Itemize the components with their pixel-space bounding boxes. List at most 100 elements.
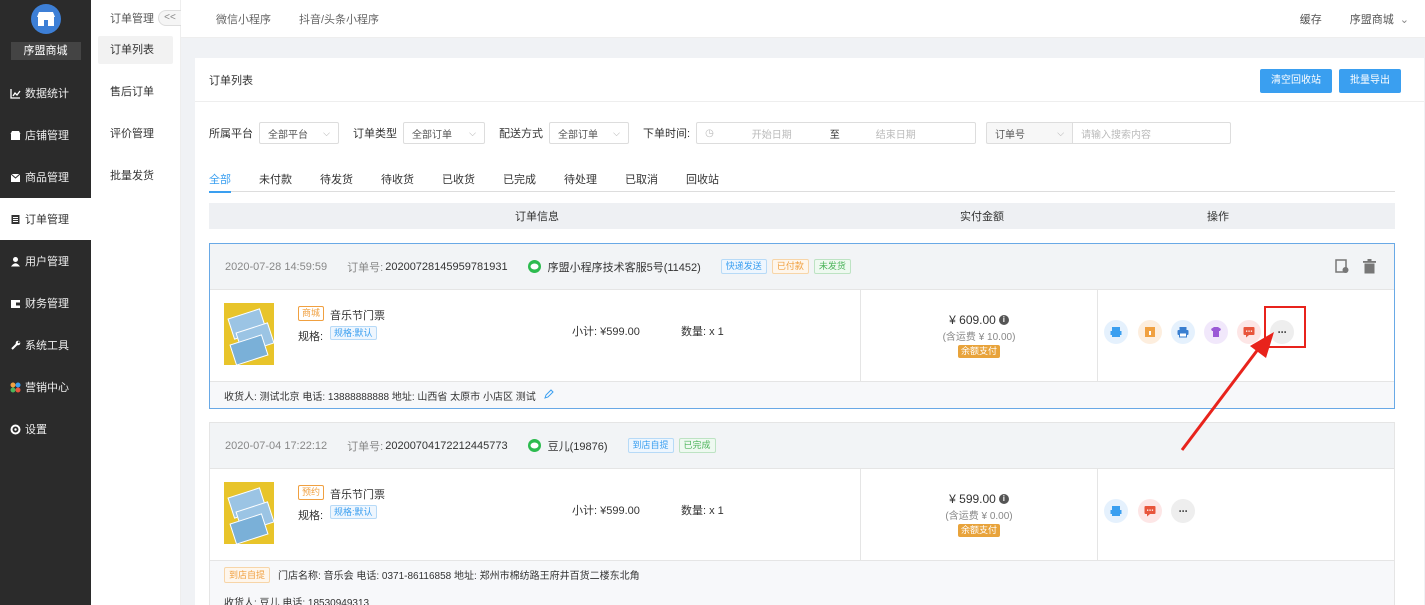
sub-item-batch-ship[interactable]: 批量发货 <box>98 162 173 190</box>
delete-icon[interactable] <box>1363 259 1376 277</box>
store-switcher-label: 序盟商城 <box>1349 13 1394 26</box>
spec-label: 规格: <box>298 510 324 522</box>
info-icon[interactable]: i <box>998 315 1009 325</box>
status-badge: 已完成 <box>678 438 716 453</box>
tab-cancelled[interactable]: 已取消 <box>625 171 658 192</box>
quantity: 数量: x 1 <box>681 326 724 338</box>
spec-value: 规格:默认 <box>330 505 377 519</box>
receiver-text: 收货人: 测试北京 电话: 13888888888 地址: 山西省 太原市 小店… <box>224 391 536 403</box>
type-select[interactable]: 全部订单 ⌵ <box>403 122 485 144</box>
goods-type-tag: 商城 <box>298 306 325 321</box>
shipping-fee: (含运费 ¥ 10.00) <box>942 332 1016 343</box>
subtotal: 小计: ¥599.00 <box>572 326 640 338</box>
wechat-icon <box>527 260 541 273</box>
clear-recycle-button[interactable]: 清空回收站 <box>1260 69 1332 93</box>
finance-icon <box>8 296 22 310</box>
sub-item-reviews[interactable]: 评价管理 <box>98 120 173 148</box>
order-no-label: 订单号: <box>347 440 384 453</box>
time-label: 下单时间: <box>643 128 691 140</box>
nav-item-finance[interactable]: 财务管理 <box>0 282 91 324</box>
remark-icon[interactable] <box>1335 259 1349 277</box>
annotation-arrow <box>1180 332 1274 451</box>
cache-button[interactable]: 缓存 <box>1300 11 1322 27</box>
chevron-down-icon: ⌄ <box>1399 13 1409 26</box>
status-badge: 未发货 <box>813 259 851 274</box>
start-date-placeholder: 开始日期 <box>751 129 792 141</box>
goods-name[interactable]: 音乐节门票 <box>330 307 385 323</box>
tab-to-ship[interactable]: 待发货 <box>320 171 353 192</box>
status-badge: 已付款 <box>771 259 809 274</box>
type-value: 全部订单 <box>412 129 452 141</box>
table-header: 订单信息 实付金额 操作 <box>209 203 1395 229</box>
nav-item-settings[interactable]: 设置 <box>0 408 91 450</box>
nav-item-statistics[interactable]: 数据统计 <box>0 72 91 114</box>
tab-douyin-miniprogram[interactable]: 抖音/头条小程序 <box>299 11 379 27</box>
tab-completed[interactable]: 已完成 <box>503 171 536 192</box>
nav-label: 商品管理 <box>25 172 69 184</box>
tab-all[interactable]: 全部 <box>209 171 231 193</box>
tab-recycle[interactable]: 回收站 <box>686 171 719 192</box>
nav-label: 用户管理 <box>25 256 69 268</box>
order-user: 序盟小程序技术客服5号(11452) <box>547 261 701 274</box>
goods-cell: 预约 音乐节门票 规格: 规格:默认 小计: ¥599.00 数量: x 1 <box>210 469 861 560</box>
delivery-value: 全部订单 <box>558 129 598 141</box>
search-placeholder: 请输入搜索内容 <box>1081 129 1152 141</box>
tab-received[interactable]: 已收货 <box>442 171 475 192</box>
order-header: 2020-07-28 14:59:59 订单号: 202007281459597… <box>210 244 1394 290</box>
status-badge: 到店自提 <box>627 438 674 453</box>
nav-label: 财务管理 <box>25 298 69 310</box>
nav-item-tools[interactable]: 系统工具 <box>0 324 91 366</box>
col-amount: 实付金额 <box>960 211 1004 223</box>
date-range-picker[interactable]: ◷ 开始日期 至 结束日期 <box>696 122 977 144</box>
shipping-fee: (含运费 ¥ 0.00) <box>945 511 1013 522</box>
goods-thumbnail[interactable] <box>224 303 274 365</box>
goods-cell: 商城 音乐节门票 规格: 规格:默认 小计: ¥599.00 数量: x 1 <box>210 290 861 381</box>
tab-to-receive[interactable]: 待收货 <box>381 171 414 192</box>
shop-name: 序盟商城 <box>10 42 81 60</box>
col-order-info: 订单信息 <box>515 211 559 223</box>
nav-item-marketing[interactable]: 营销中心 <box>0 366 91 408</box>
tab-pending[interactable]: 待处理 <box>564 171 597 192</box>
store-logo-icon <box>30 4 61 34</box>
top-bar: 微信小程序 抖音/头条小程序 缓存 序盟商城 ⌄ <box>181 0 1425 38</box>
clock-icon: ◷ <box>705 127 714 139</box>
wechat-icon <box>527 439 541 452</box>
order-body: 预约 音乐节门票 规格: 规格:默认 小计: ¥599.00 数量: x 1 ¥… <box>210 469 1394 560</box>
nav-item-store[interactable]: 店铺管理 <box>0 114 91 156</box>
end-date-placeholder: 结束日期 <box>875 129 916 141</box>
order-date: 2020-07-04 17:22:12 <box>225 439 328 452</box>
sub-item-after-sale[interactable]: 售后订单 <box>98 78 173 106</box>
sub-item-order-list[interactable]: 订单列表 <box>98 36 173 64</box>
receiver-text: 收货人: 豆儿 电话: 18530949313 <box>224 598 370 605</box>
search-field-value: 订单号 <box>995 129 1026 141</box>
nav-item-users[interactable]: 用户管理 <box>0 240 91 282</box>
delivery-label: 配送方式 <box>499 128 543 140</box>
tab-wechat-miniprogram[interactable]: 微信小程序 <box>216 11 271 27</box>
info-icon[interactable]: i <box>998 494 1009 504</box>
nav-item-orders[interactable]: 订单管理 <box>0 198 91 240</box>
nav-item-goods[interactable]: 商品管理 <box>0 156 91 198</box>
status-tabs: 全部 未付款 待发货 待收货 已收货 已完成 待处理 已取消 回收站 <box>209 171 1395 193</box>
main-header: 订单列表 <box>195 58 1424 102</box>
subtotal: 小计: ¥599.00 <box>572 505 640 517</box>
more-options-button[interactable]: ··· <box>1171 499 1195 523</box>
edit-pencil-icon[interactable] <box>543 388 554 402</box>
batch-export-button[interactable]: 批量导出 <box>1339 69 1401 93</box>
marketing-icon <box>8 380 22 394</box>
delivery-select[interactable]: 全部订单 ⌵ <box>549 122 629 144</box>
nav-label: 设置 <box>25 424 47 436</box>
goods-name[interactable]: 音乐节门票 <box>330 486 385 502</box>
print-invoice-icon[interactable] <box>1104 499 1128 523</box>
store-switcher[interactable]: 序盟商城 ⌄ <box>1350 11 1409 27</box>
message-icon[interactable] <box>1138 499 1162 523</box>
ship-package-icon[interactable] <box>1138 320 1162 344</box>
tab-unpaid[interactable]: 未付款 <box>259 171 292 192</box>
goods-thumbnail[interactable] <box>224 482 274 544</box>
collapse-button[interactable]: << <box>158 10 182 26</box>
nav-label: 营销中心 <box>25 382 69 394</box>
order-no: 20200728145959781931 <box>385 260 508 273</box>
print-invoice-icon[interactable] <box>1104 320 1128 344</box>
search-field-select[interactable]: 订单号 ⌵ <box>986 122 1073 144</box>
search-input[interactable]: 请输入搜索内容 <box>1072 122 1232 144</box>
platform-select[interactable]: 全部平台 ⌵ <box>259 122 339 144</box>
